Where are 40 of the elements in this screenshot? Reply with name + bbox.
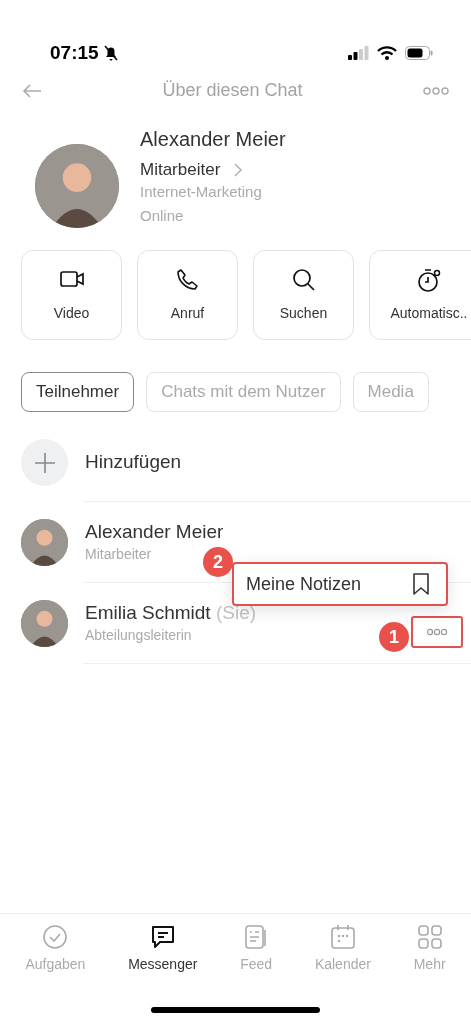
plus-icon xyxy=(33,451,56,474)
chat-bubble-icon xyxy=(149,924,176,950)
bookmark-icon xyxy=(412,572,430,596)
nav-tab[interactable]: Messenger xyxy=(128,924,198,975)
wifi-icon xyxy=(377,46,397,60)
profile-department: Internet-Marketing xyxy=(140,182,263,202)
action-button[interactable]: Video xyxy=(21,250,122,340)
profile-status: Online xyxy=(140,206,185,226)
member-name: Alexander Meier xyxy=(85,520,224,544)
add-label[interactable]: Hinzufügen xyxy=(85,448,182,477)
check-circle-icon xyxy=(42,924,69,950)
battery-icon xyxy=(405,46,433,60)
member-role: Abteilungsleiterin xyxy=(85,626,192,645)
phone-icon xyxy=(174,266,201,293)
search-icon xyxy=(290,266,317,293)
chevron-right-icon xyxy=(234,163,243,177)
calendar-icon xyxy=(329,924,356,950)
stopwatch-icon xyxy=(416,266,442,293)
callout-badge: 2 xyxy=(203,547,233,577)
add-button[interactable] xyxy=(21,439,68,486)
member-role: Mitarbeiter xyxy=(85,545,152,564)
action-button[interactable]: Anruf xyxy=(137,250,238,340)
callout-badge: 1 xyxy=(379,622,409,652)
context-menu-item[interactable]: Meine Notizen xyxy=(232,562,448,606)
more-icon xyxy=(423,85,449,96)
tab[interactable]: Teilnehmer xyxy=(21,372,135,412)
profile-name: Alexander Meier xyxy=(140,127,286,152)
action-button[interactable]: Suchen xyxy=(253,250,354,340)
member-more-button[interactable] xyxy=(411,616,463,648)
profile-role[interactable]: Mitarbeiter xyxy=(140,160,221,180)
grid-icon xyxy=(416,924,443,950)
action-button[interactable]: Automatisc.. xyxy=(369,250,471,340)
header-title: Über diesen Chat xyxy=(162,78,303,102)
member-photo xyxy=(21,599,68,647)
bell-slash-icon xyxy=(102,44,119,62)
more-icon xyxy=(426,628,448,636)
signal-icon xyxy=(347,46,369,60)
status-time: 07:15 xyxy=(50,40,99,65)
back-arrow-icon xyxy=(22,82,42,99)
member-photo xyxy=(21,518,68,566)
